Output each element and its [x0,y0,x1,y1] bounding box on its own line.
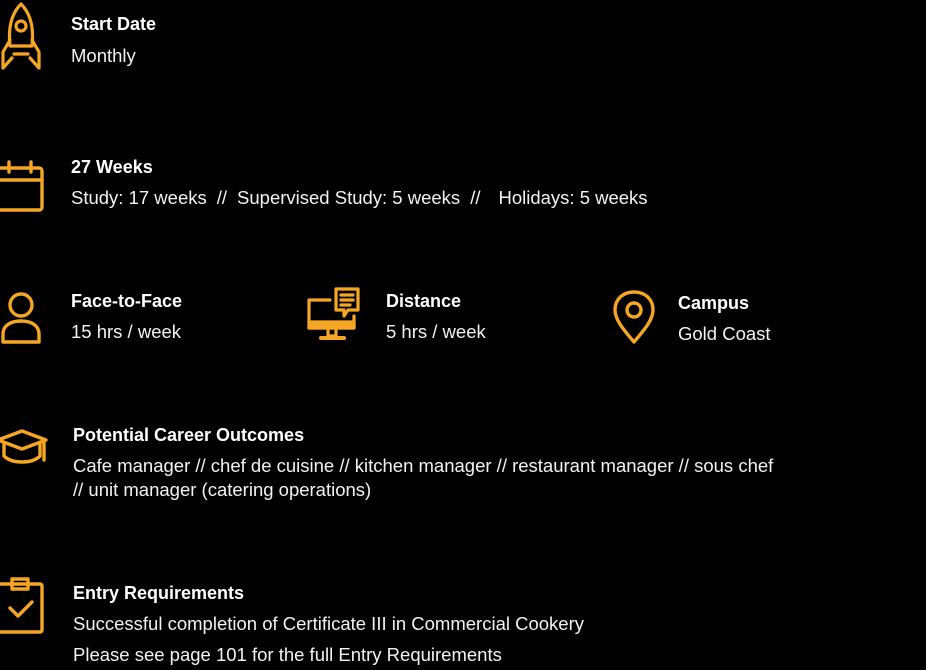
rocket-icon [0,2,44,74]
duration-title: 27 Weeks [71,157,153,177]
location-pin-icon [612,290,658,346]
entry-requirements-line-2: Please see page 101 for the full Entry R… [73,644,502,665]
career-outcomes-line-1: Cafe manager // chef de cuisine // kitch… [73,455,774,476]
duration-breakdown: Study: 17 weeks // Supervised Study: 5 wee… [71,186,648,210]
campus-title: Campus [678,293,750,313]
separator: // [216,187,228,208]
separator: // [470,187,481,208]
entry-requirements-title: Entry Requirements [73,583,245,603]
person-icon [0,290,46,348]
distance-title: Distance [386,291,462,311]
career-outcomes-line-2: // unit manager (catering operations) [73,479,372,500]
start-date-title: Start Date [71,14,157,34]
entry-requirements-line-1: Successful completion of Certificate III… [73,613,584,634]
distance-hours: 5 hrs / week [386,321,486,342]
calendar-icon [0,160,46,214]
face-to-face-hours: 15 hrs / week [71,321,182,342]
face-to-face-title: Face-to-Face [71,291,183,311]
holidays-weeks: Holidays: 5 weeks [498,187,648,208]
graduation-cap-icon [0,428,48,470]
start-date-value: Monthly [71,45,136,66]
campus-location: Gold Coast [678,323,771,344]
study-weeks: Study: 17 weeks [71,187,207,208]
career-outcomes-title: Potential Career Outcomes [73,425,305,445]
monitor-chat-icon [306,286,364,346]
supervised-study-weeks: Supervised Study: 5 weeks [237,187,461,208]
clipboard-check-icon [0,576,46,638]
